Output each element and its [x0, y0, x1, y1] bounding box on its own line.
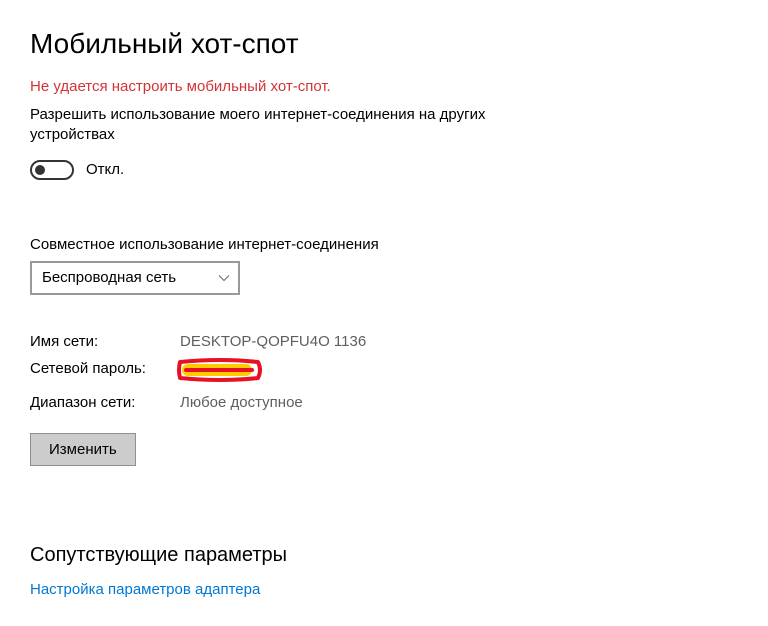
share-toggle-row: Откл.: [30, 160, 738, 180]
connection-select[interactable]: Беспроводная сеть: [30, 261, 240, 295]
related-section: Сопутствующие параметры Настройка параме…: [30, 544, 738, 598]
redacted-password: [180, 360, 258, 380]
toggle-state-label: Откл.: [86, 161, 124, 178]
page-title: Мобильный хот-спот: [30, 28, 738, 60]
network-band-label: Диапазон сети:: [30, 394, 180, 411]
network-name-row: Имя сети: DESKTOP-QOPFU4O 1136: [30, 333, 738, 350]
edit-button[interactable]: Изменить: [30, 433, 136, 466]
share-description: Разрешить использование моего интернет-с…: [30, 105, 550, 146]
related-title: Сопутствующие параметры: [30, 544, 738, 567]
network-name-label: Имя сети:: [30, 333, 180, 350]
network-band-row: Диапазон сети: Любое доступное: [30, 394, 738, 411]
network-password-value: [180, 360, 258, 384]
connection-select-value: Беспроводная сеть: [42, 269, 176, 286]
network-band-value: Любое доступное: [180, 394, 303, 411]
toggle-knob: [35, 165, 45, 175]
network-name-value: DESKTOP-QOPFU4O 1136: [180, 333, 366, 350]
chevron-down-icon: [218, 272, 230, 284]
network-password-row: Сетевой пароль:: [30, 360, 738, 384]
connection-share-label: Совместное использование интернет-соедин…: [30, 236, 738, 253]
share-toggle[interactable]: [30, 160, 74, 180]
network-password-label: Сетевой пароль:: [30, 360, 180, 384]
hotspot-error-message: Не удается настроить мобильный хот-спот.: [30, 78, 738, 95]
adapter-settings-link[interactable]: Настройка параметров адаптера: [30, 581, 738, 598]
